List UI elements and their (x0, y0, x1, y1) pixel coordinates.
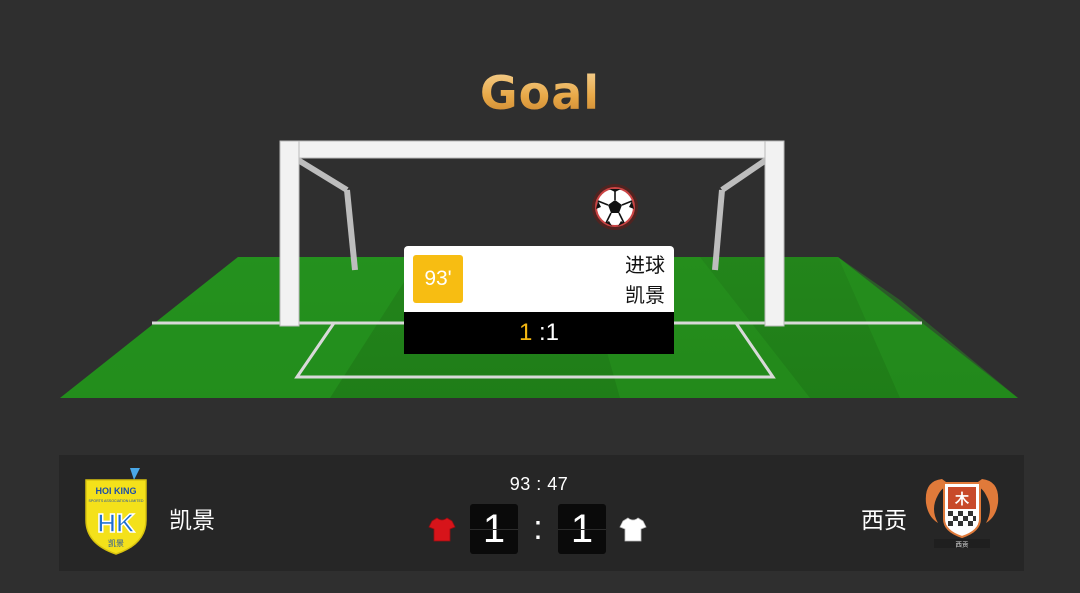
home-team-name: 凯景 (169, 508, 215, 534)
event-team-label: 凯景 (625, 283, 665, 307)
event-away-score: :1 (532, 319, 560, 346)
event-card-header: 93' 进球 凯景 (404, 246, 674, 312)
match-clock: 93 : 47 (509, 474, 569, 494)
away-team-name: 西贡 (861, 508, 907, 534)
score-separator: : (533, 509, 543, 547)
svg-text:HK: HK (97, 508, 135, 538)
event-home-score: 1 (518, 319, 533, 346)
svg-text:SPORTS ASSOCIATION LIMITED: SPORTS ASSOCIATION LIMITED (89, 499, 144, 503)
event-score-line: 1 :1 (404, 312, 674, 354)
goal-right-post (764, 140, 785, 327)
home-shirt-icon (428, 517, 456, 542)
goal-title: Goal (0, 66, 1080, 120)
svg-text:HOI KING: HOI KING (95, 486, 136, 496)
goal-crossbar (279, 140, 785, 159)
event-type-label: 进球 (625, 253, 665, 277)
goal-left-post (279, 140, 300, 327)
svg-text:凯景: 凯景 (108, 538, 124, 548)
away-shirt-icon (619, 517, 647, 542)
football-icon (592, 184, 638, 230)
goal-animation-stage: Goal 93' 进球 凯景 1 :1 (0, 0, 1080, 440)
home-score: 1 (470, 504, 518, 554)
home-team-badge-icon: HOI KING SPORTS ASSOCIATION LIMITED HK 凯… (85, 468, 147, 555)
event-minute-badge: 93' (413, 255, 463, 303)
svg-text:木: 木 (954, 491, 970, 508)
away-team-badge-icon: 木 西贡 (925, 479, 999, 549)
scoreboard-bar: HOI KING SPORTS ASSOCIATION LIMITED HK 凯… (59, 455, 1024, 571)
away-score: 1 (558, 504, 606, 554)
goal-event-card: 93' 进球 凯景 1 :1 (404, 246, 674, 354)
svg-text:西贡: 西贡 (956, 541, 970, 549)
